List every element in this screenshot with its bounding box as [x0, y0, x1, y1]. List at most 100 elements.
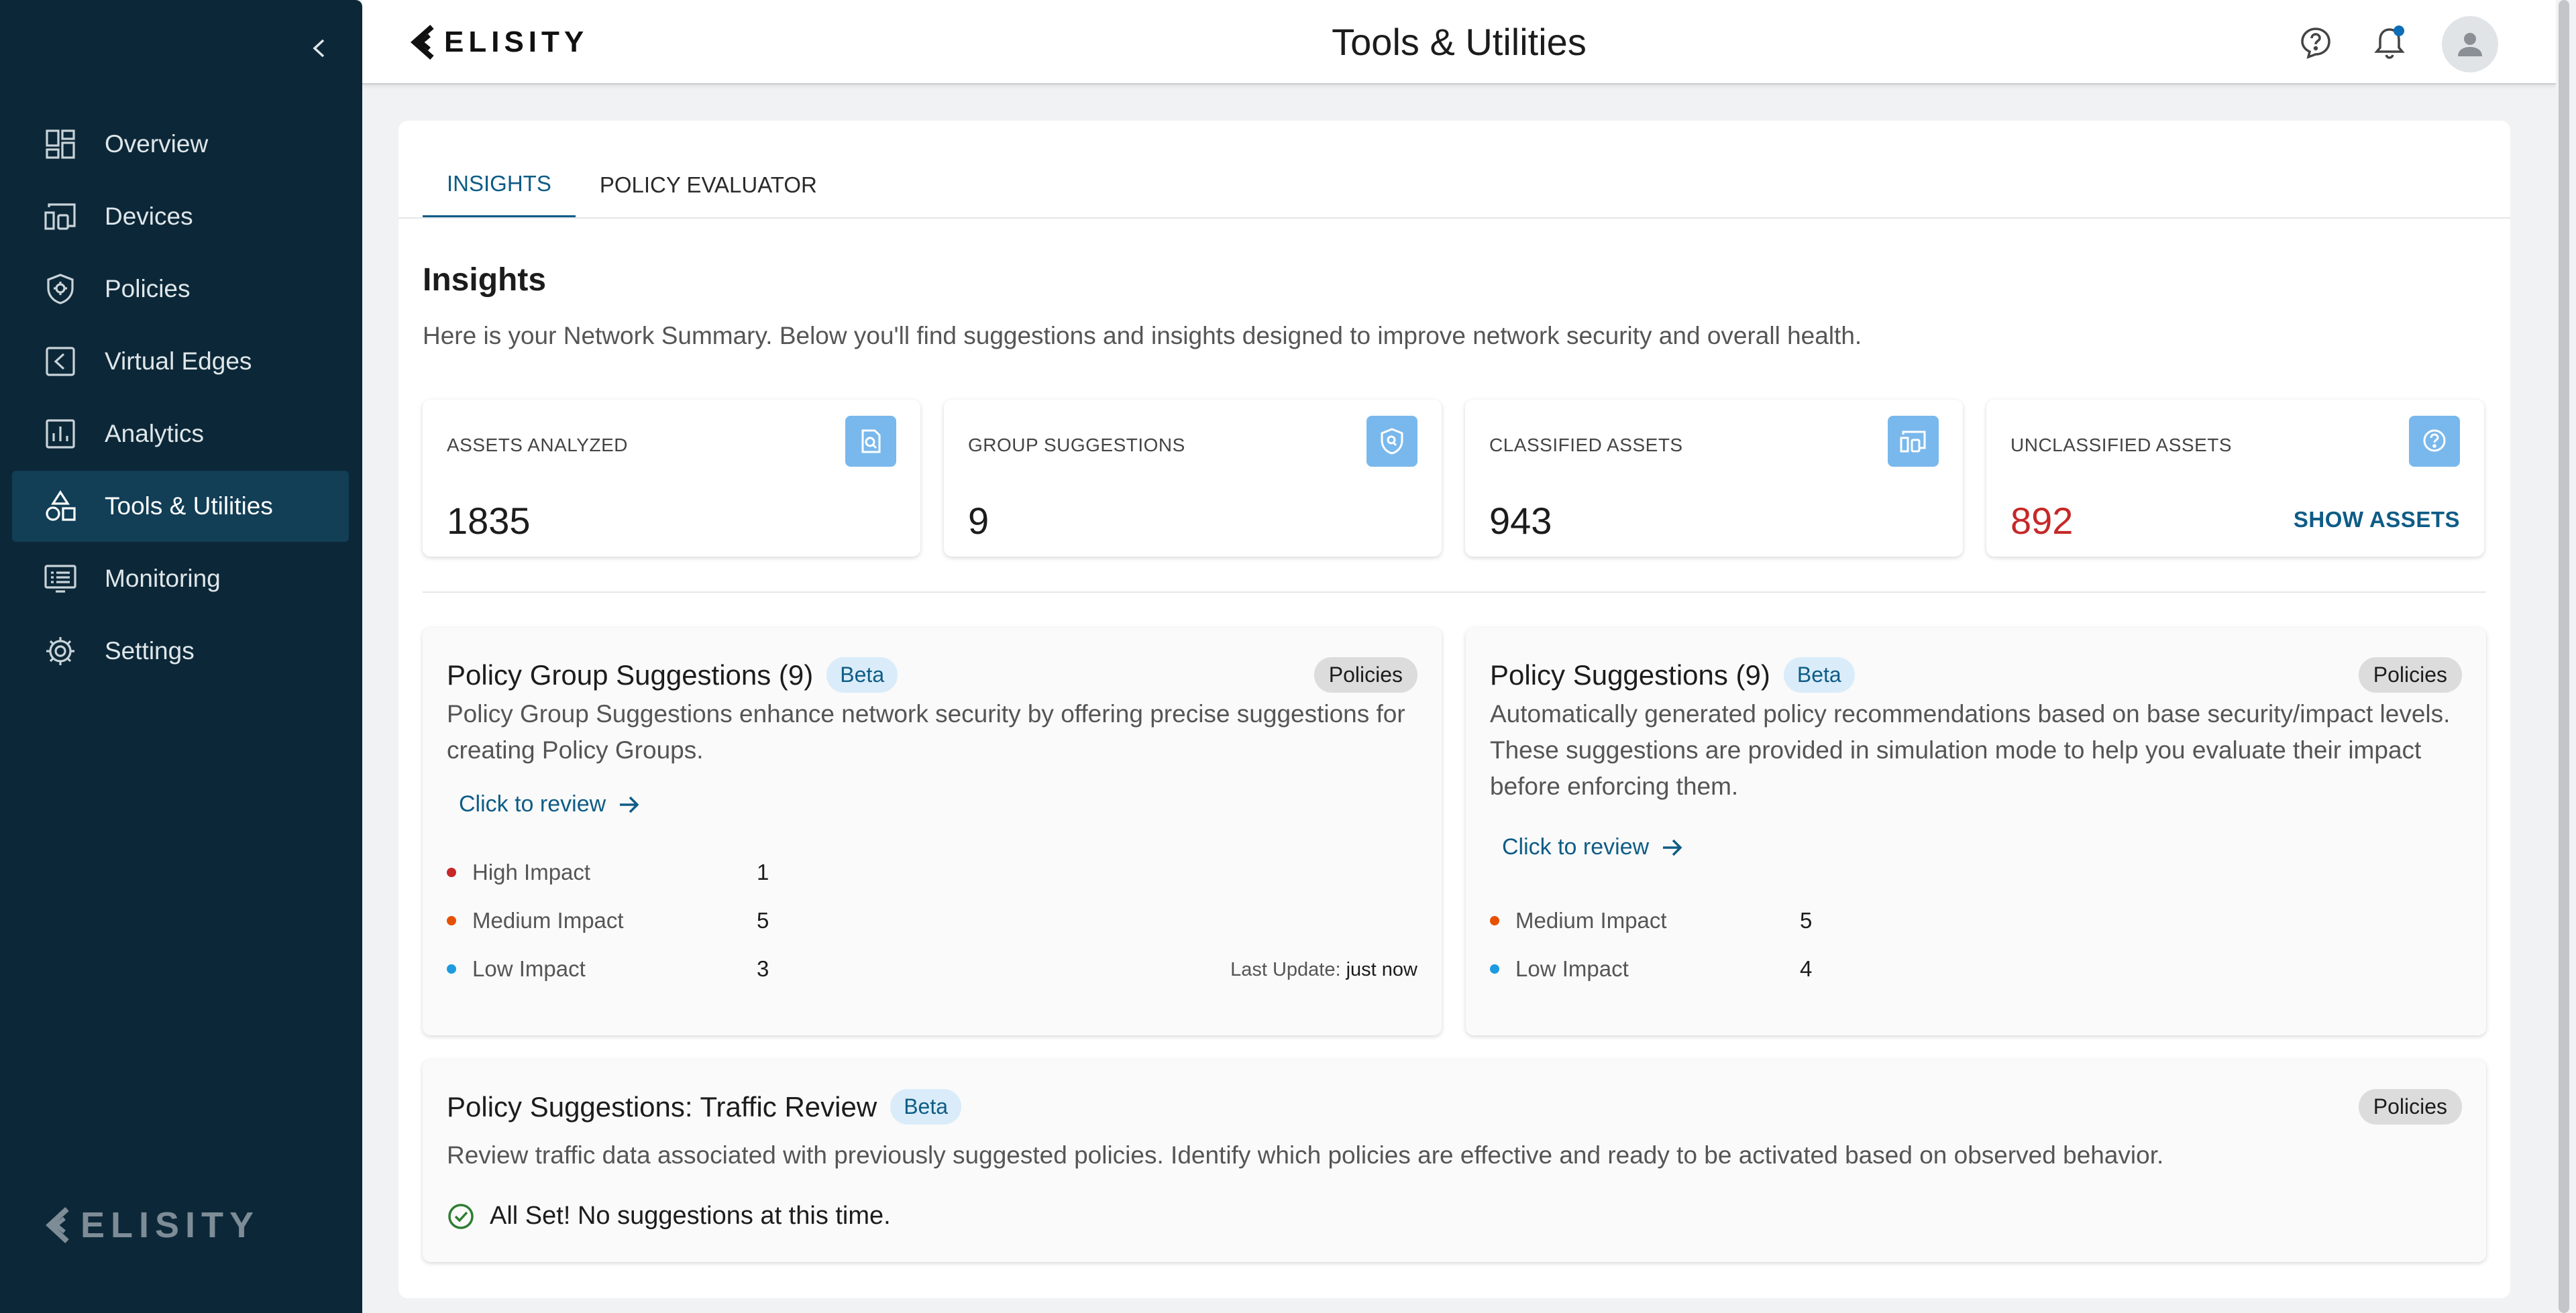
notifications-button[interactable]	[2371, 24, 2408, 62]
stat-value: 943	[1489, 500, 1552, 542]
click-to-review-link[interactable]: Click to review	[1502, 834, 1684, 860]
card-title-text: Policy Group Suggestions (9)	[447, 659, 814, 691]
review-link-label: Click to review	[1502, 834, 1650, 860]
chevron-left-icon	[313, 39, 325, 58]
policies-chip: Policies	[1313, 657, 1417, 693]
devices-icon	[1888, 416, 1939, 467]
page-title: Tools & Utilities	[1332, 21, 1587, 63]
card-title: Policy Group Suggestions (9) Beta	[447, 657, 898, 693]
elisity-logo-icon	[46, 1207, 69, 1243]
policy-group-suggestions-card: Policy Group Suggestions (9) Beta Polici…	[423, 628, 1442, 1035]
card-description: Automatically generated policy recommend…	[1490, 700, 2451, 800]
last-update: Last Update: just now	[1230, 959, 1417, 981]
stat-label: UNCLASSIFIED ASSETS	[2010, 435, 2233, 455]
gear-icon	[43, 634, 78, 669]
impact-label: Low Impact	[472, 956, 586, 981]
sidebar-nav: Overview Devices Policies Virtual Edges …	[12, 109, 349, 688]
tab-bar: INSIGHTS POLICY EVALUATOR	[423, 152, 2510, 219]
tab-insights[interactable]: INSIGHTS	[423, 152, 576, 219]
beta-badge: Beta	[826, 657, 898, 693]
all-set-text: All Set! No suggestions at this time.	[490, 1202, 891, 1230]
sidebar-item-analytics[interactable]: Analytics	[12, 398, 349, 469]
low-impact-dot	[1490, 964, 1499, 974]
section-description: Here is your Network Summary. Below you'…	[423, 322, 1862, 349]
dashboard-icon	[43, 127, 78, 162]
sidebar-item-tools-utilities[interactable]: Tools & Utilities	[12, 471, 349, 542]
stat-card-assets-analyzed: ASSETS ANALYZED 1835	[423, 400, 920, 557]
impact-row-medium: Medium Impact 5	[1490, 908, 1812, 933]
show-assets-button[interactable]: SHOW ASSETS	[2294, 507, 2460, 532]
asset-search-icon	[845, 416, 896, 467]
card-description: Policy Group Suggestions enhance network…	[447, 700, 1405, 764]
review-link-label: Click to review	[459, 791, 606, 817]
scrollbar-thumb[interactable]	[2559, 0, 2569, 1313]
sidebar-item-label: Monitoring	[105, 565, 221, 592]
stat-card-classified-assets: CLASSIFIED ASSETS 943	[1465, 400, 1963, 557]
section-title: Insights	[423, 262, 547, 298]
bar-chart-icon	[43, 416, 78, 451]
sidebar-item-label: Analytics	[105, 420, 205, 447]
shield-search-icon	[1366, 416, 1417, 467]
beta-badge: Beta	[890, 1089, 962, 1125]
sidebar-item-label: Tools & Utilities	[105, 492, 273, 520]
stat-label: CLASSIFIED ASSETS	[1489, 435, 1683, 455]
help-circle-icon	[2409, 416, 2460, 467]
user-avatar-button[interactable]	[2442, 16, 2498, 72]
impact-label: Medium Impact	[1515, 908, 1667, 933]
card-description: Review traffic data associated with prev…	[447, 1141, 2164, 1169]
sidebar: Overview Devices Policies Virtual Edges …	[0, 0, 362, 1313]
shield-icon	[43, 272, 78, 306]
sidebar-item-label: Overview	[105, 130, 209, 158]
check-circle-icon	[448, 1203, 474, 1229]
main-panel: INSIGHTS POLICY EVALUATOR Insights Here …	[398, 121, 2510, 1298]
sidebar-item-label: Devices	[105, 203, 193, 230]
card-title: Policy Suggestions: Traffic Review Beta	[447, 1089, 962, 1125]
impact-row-high: High Impact 1	[447, 860, 769, 885]
stat-label: ASSETS ANALYZED	[447, 435, 628, 455]
collapse-sidebar-button[interactable]	[305, 35, 332, 62]
high-impact-dot	[447, 868, 456, 877]
arrow-right-icon	[1663, 839, 1682, 856]
tab-divider	[398, 217, 2510, 219]
all-set-status: All Set! No suggestions at this time.	[447, 1202, 891, 1231]
shapes-icon	[43, 489, 78, 524]
tab-policy-evaluator[interactable]: POLICY EVALUATOR	[576, 152, 841, 219]
impact-value: 3	[757, 956, 769, 981]
sidebar-item-monitoring[interactable]: Monitoring	[12, 543, 349, 614]
sidebar-item-overview[interactable]: Overview	[12, 109, 349, 180]
last-update-label: Last Update:	[1230, 959, 1341, 980]
medium-impact-dot	[447, 916, 456, 925]
arrow-right-icon	[620, 796, 639, 813]
sidebar-item-policies[interactable]: Policies	[12, 253, 349, 325]
help-button[interactable]	[2297, 24, 2334, 62]
stat-value: 892	[2010, 500, 2074, 542]
impact-label: Medium Impact	[472, 908, 624, 933]
click-to-review-link[interactable]: Click to review	[459, 791, 641, 817]
user-icon	[2458, 33, 2482, 56]
policies-chip: Policies	[2358, 657, 2462, 693]
virtual-edge-icon	[43, 344, 78, 379]
section-divider	[423, 591, 2486, 593]
low-impact-dot	[447, 964, 456, 974]
monitor-icon	[43, 561, 78, 596]
card-title-text: Policy Suggestions (9)	[1490, 659, 1770, 691]
sidebar-item-virtual-edges[interactable]: Virtual Edges	[12, 326, 349, 397]
last-update-value: just now	[1346, 959, 1417, 980]
traffic-review-card: Policy Suggestions: Traffic Review Beta …	[423, 1060, 2486, 1262]
impact-value: 5	[757, 908, 769, 933]
sidebar-logo: ELISITY	[44, 1204, 260, 1246]
sidebar-item-settings[interactable]: Settings	[12, 616, 349, 687]
impact-value: 1	[757, 860, 769, 884]
sidebar-item-label: Policies	[105, 275, 191, 302]
impact-value: 4	[1800, 956, 1813, 981]
devices-icon	[43, 199, 78, 234]
stat-card-unclassified-assets: UNCLASSIFIED ASSETS 892 SHOW ASSETS	[1986, 400, 2484, 557]
policy-suggestions-card: Policy Suggestions (9) Beta Policies Aut…	[1466, 628, 2486, 1035]
stat-value: 9	[968, 500, 989, 542]
beta-badge: Beta	[1783, 657, 1855, 693]
top-bar: ELISITY Tools & Utilities	[362, 0, 2556, 84]
sidebar-item-devices[interactable]: Devices	[12, 181, 349, 252]
stat-value: 1835	[447, 500, 531, 542]
impact-row-medium: Medium Impact 5	[447, 908, 769, 933]
impact-value: 5	[1800, 908, 1813, 933]
